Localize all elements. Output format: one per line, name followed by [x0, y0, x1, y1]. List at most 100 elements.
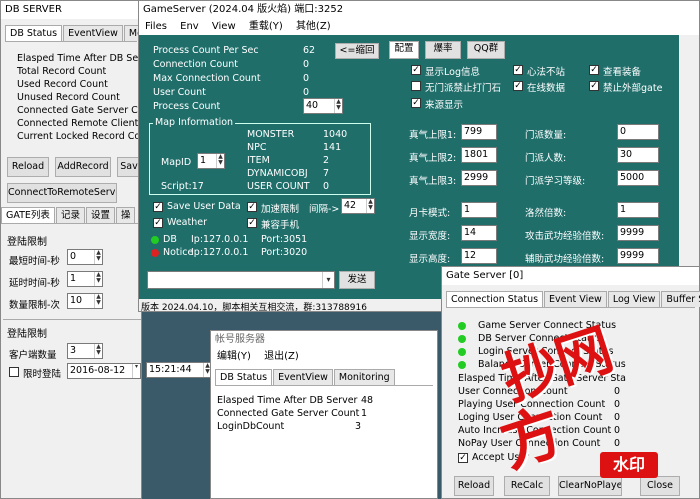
- no-sect-checkbox[interactable]: [411, 81, 421, 91]
- menu-env[interactable]: Env: [180, 21, 199, 32]
- map-stat-monster-value: 1040: [323, 129, 348, 140]
- save-user-data-checkbox[interactable]: ✓: [153, 202, 163, 212]
- tab-settings[interactable]: 设置: [85, 207, 115, 223]
- speed-limit-label: 加速限制: [261, 204, 300, 215]
- xinfa-checkbox[interactable]: ✓: [513, 65, 523, 75]
- field-qi-2-input[interactable]: 1801: [461, 147, 497, 163]
- weather-label: Weather: [167, 217, 207, 228]
- menu-reload[interactable]: 重载(Y): [249, 21, 283, 32]
- tab-gate-list[interactable]: GATE列表: [1, 207, 55, 223]
- field-sect-level-input[interactable]: 5000: [617, 170, 659, 186]
- db-stat-total: Total Record Count: [17, 66, 107, 77]
- stat-user-count-value: 0: [303, 87, 310, 98]
- tab-account-monitoring[interactable]: Monitoring: [333, 369, 395, 385]
- map-stat-monster-label: MONSTER: [247, 129, 295, 140]
- message-select[interactable]: ▾: [147, 271, 335, 289]
- view-equip-checkbox[interactable]: ✓: [589, 65, 599, 75]
- tab-records[interactable]: 记录: [55, 207, 85, 223]
- tab-log-view[interactable]: Log View: [607, 291, 661, 307]
- field-height-input[interactable]: 12: [461, 248, 497, 264]
- tab-eventview[interactable]: EventView: [63, 25, 123, 41]
- field-sect-members-input[interactable]: 30: [617, 147, 659, 163]
- block-external-gate-checkbox[interactable]: ✓: [589, 81, 599, 91]
- login-limit-title-2: 登陆限制: [7, 329, 47, 340]
- menu-files[interactable]: Files: [145, 21, 167, 32]
- field-sect-level-label: 门派学习等级:: [525, 176, 586, 187]
- compat-phone-checkbox[interactable]: ✓: [247, 218, 257, 228]
- drop-rate-tab-button[interactable]: 爆率: [425, 41, 461, 59]
- account-server-window: 帐号服务器 编辑(Y) 退出(Z) DB Status EventView Mo…: [210, 330, 438, 499]
- menu-exit[interactable]: 退出(Z): [264, 351, 299, 362]
- shrink-button[interactable]: <=缩回: [335, 43, 379, 59]
- tab-ops[interactable]: 操: [115, 207, 136, 223]
- menu-view[interactable]: View: [212, 21, 236, 32]
- block-external-gate-label: 禁止外部gate: [603, 83, 663, 94]
- clear-no-player-button[interactable]: ClearNoPlayer: [558, 476, 622, 496]
- login-server-status-icon: [458, 348, 466, 356]
- tab-buffer-status[interactable]: Buffer Status: [661, 291, 700, 307]
- field-qi-3-input[interactable]: 2999: [461, 170, 497, 186]
- stat-max-connection-label: Max Connection Count: [153, 73, 261, 84]
- mapid-input[interactable]: 1 ▲ ▼: [197, 153, 225, 169]
- reload-button[interactable]: Reload: [7, 157, 49, 177]
- process-count-input[interactable]: 40 ▲ ▼: [303, 98, 343, 114]
- add-record-button[interactable]: AddRecord: [55, 157, 111, 177]
- divider: [3, 319, 141, 320]
- game-server-status-icon: [458, 322, 466, 330]
- db-stat-unused: Unused Record Count: [17, 92, 120, 103]
- field-multiplier-input[interactable]: 1: [617, 202, 659, 218]
- field-width-input[interactable]: 14: [461, 225, 497, 241]
- xinfa-label: 心法不站: [527, 67, 566, 78]
- menu-other[interactable]: 其他(Z): [296, 21, 331, 32]
- gameserver-title: GameServer (2024.04 版火焰) 端口:3252: [139, 1, 699, 19]
- field-monthly-input[interactable]: 1: [461, 202, 497, 218]
- tab-account-eventview[interactable]: EventView: [273, 369, 333, 385]
- gate-server-title: Gate Server [0]: [442, 267, 699, 285]
- close-button[interactable]: Close: [640, 476, 680, 496]
- tab-event-view[interactable]: Event View: [544, 291, 607, 307]
- timed-login-checkbox[interactable]: [9, 367, 19, 377]
- client-count-input[interactable]: 3 ▲ ▼: [67, 343, 103, 359]
- config-tab-button[interactable]: 配置: [389, 41, 419, 59]
- gameserver-footer: 版本 2024.04.10，脚本相关互相交流，群:313788916: [141, 303, 367, 313]
- db-line-port: Port:3051: [261, 234, 308, 245]
- tab-account-db-status[interactable]: DB Status: [215, 369, 273, 385]
- db-tabs: DB Status EventView Monito: [5, 25, 167, 42]
- gate-stat-nopay-value: 0: [614, 438, 621, 449]
- field-qi-1-input[interactable]: 799: [461, 124, 497, 140]
- date-picker[interactable]: 2016-08-12 ▾: [67, 363, 141, 379]
- map-stat-item-value: 2: [323, 155, 330, 166]
- account-stat-gate-value: 1: [361, 408, 368, 419]
- min-time-label: 最短时间-秒: [9, 256, 60, 267]
- stat-connection-value: 0: [303, 59, 310, 70]
- connect-remote-button[interactable]: ConnectToRemoteServer: [7, 183, 117, 203]
- send-button[interactable]: 发送: [339, 271, 375, 289]
- field-sect-count-input[interactable]: 0: [617, 124, 659, 140]
- count-limit-input[interactable]: 10 ▲ ▼: [67, 293, 103, 309]
- menu-edit[interactable]: 编辑(Y): [217, 351, 251, 362]
- notice-line-label: Notice: [163, 247, 194, 258]
- tab-connection-status[interactable]: Connection Status: [446, 291, 544, 307]
- weather-checkbox[interactable]: ✓: [153, 218, 163, 228]
- accept-user-checkbox[interactable]: ✓: [458, 453, 468, 463]
- gameserver-panel: Process Count Per Sec 62 Connection Coun…: [139, 35, 679, 299]
- speed-limit-checkbox[interactable]: ✓: [247, 202, 257, 212]
- gate-reload-button[interactable]: Reload: [454, 476, 494, 496]
- delay-time-label: 延时时间-秒: [9, 278, 60, 289]
- login-limit-title: 登陆限制: [7, 237, 47, 248]
- time-picker[interactable]: 15:21:44 ▲ ▼: [146, 362, 212, 378]
- tab-db-status[interactable]: DB Status: [5, 25, 63, 41]
- delay-time-input[interactable]: 1 ▲ ▼: [67, 271, 103, 287]
- show-log-checkbox[interactable]: ✓: [411, 65, 421, 75]
- field-sect-count-label: 门派数量:: [525, 130, 567, 141]
- field-assist-exp-input[interactable]: 9999: [617, 248, 659, 264]
- source-display-checkbox[interactable]: ✓: [411, 98, 421, 108]
- field-qi-2-label: 真气上限2:: [409, 153, 457, 164]
- field-monthly-label: 月卡模式:: [409, 208, 451, 219]
- online-data-checkbox[interactable]: ✓: [513, 81, 523, 91]
- qq-group-tab-button[interactable]: QQ群: [467, 41, 505, 59]
- min-time-input[interactable]: 0 ▲ ▼: [67, 249, 103, 265]
- interval-input[interactable]: 42 ▲ ▼: [341, 198, 375, 214]
- field-attack-exp-input[interactable]: 9999: [617, 225, 659, 241]
- field-sect-members-label: 门派人数:: [525, 153, 567, 164]
